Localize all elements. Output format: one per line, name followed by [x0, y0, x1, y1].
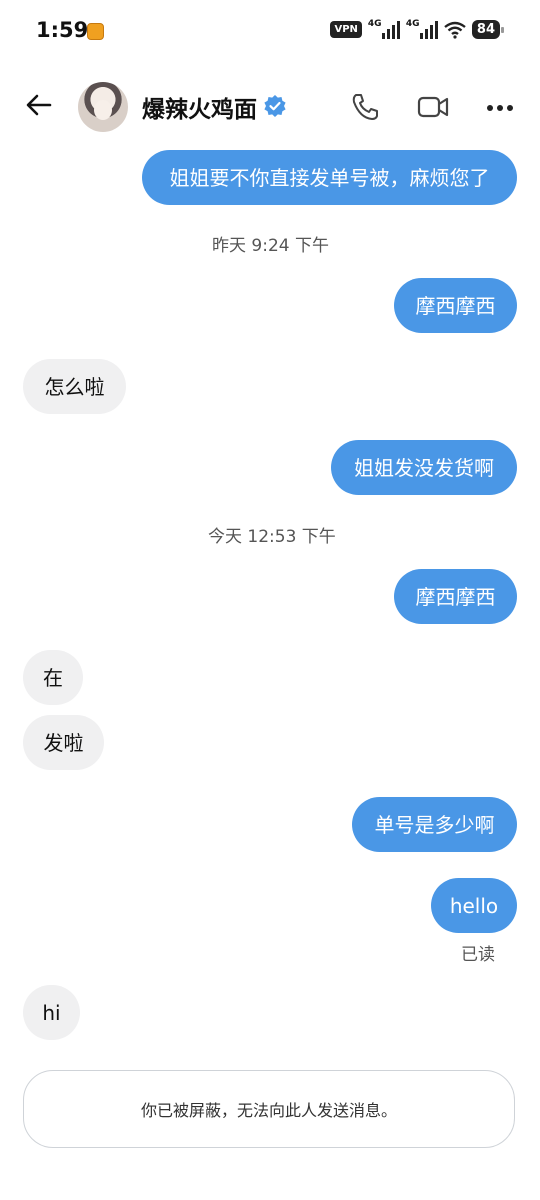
status-time: 1:59: [36, 18, 89, 42]
system-icons: VPN 4G 4G 84: [330, 18, 505, 39]
more-icon[interactable]: [486, 104, 514, 112]
back-arrow-icon[interactable]: [24, 90, 54, 120]
phone-icon[interactable]: [350, 92, 380, 122]
message-bubble-incoming[interactable]: 在: [23, 650, 83, 705]
message-bubble-incoming[interactable]: 发啦: [23, 715, 104, 770]
avatar[interactable]: [78, 82, 128, 132]
verified-badge-icon: [264, 95, 286, 117]
network-type-label-2: 4G: [405, 18, 420, 29]
message-bubble-outgoing[interactable]: hello: [431, 878, 517, 933]
cell-signal-icon: 4G: [367, 18, 400, 39]
contact-name[interactable]: 爆辣火鸡面: [142, 90, 257, 124]
message-bubble-outgoing[interactable]: 摩西摩西: [394, 278, 517, 333]
message-bubble-outgoing[interactable]: 姐姐发没发货啊: [331, 440, 517, 495]
message-bubble-outgoing[interactable]: 摩西摩西: [394, 569, 517, 624]
status-bar: 1:59 VPN 4G 4G 84: [0, 0, 540, 62]
battery-indicator: 84: [471, 20, 505, 39]
message-bubble-outgoing[interactable]: 姐姐要不你直接发单号被，麻烦您了: [142, 150, 517, 205]
chat-header: 爆辣火鸡面: [0, 74, 540, 138]
app-notification-icon: [87, 23, 104, 40]
message-bubble-outgoing[interactable]: 单号是多少啊: [352, 797, 517, 852]
wifi-icon: [444, 21, 466, 39]
message-bubble-incoming[interactable]: 怎么啦: [23, 359, 126, 414]
message-bubble-incoming[interactable]: hi: [23, 985, 80, 1040]
cell-signal-icon-2: 4G: [405, 18, 438, 39]
blocked-notice: 你已被屏蔽，无法向此人发送消息。: [23, 1070, 515, 1148]
video-call-icon[interactable]: [417, 93, 449, 121]
read-receipt: 已读: [461, 945, 495, 965]
timestamp: 今天 12:53 下午: [208, 527, 336, 547]
vpn-badge: VPN: [330, 21, 362, 38]
network-type-label: 4G: [367, 18, 382, 29]
timestamp: 昨天 9:24 下午: [212, 236, 329, 256]
